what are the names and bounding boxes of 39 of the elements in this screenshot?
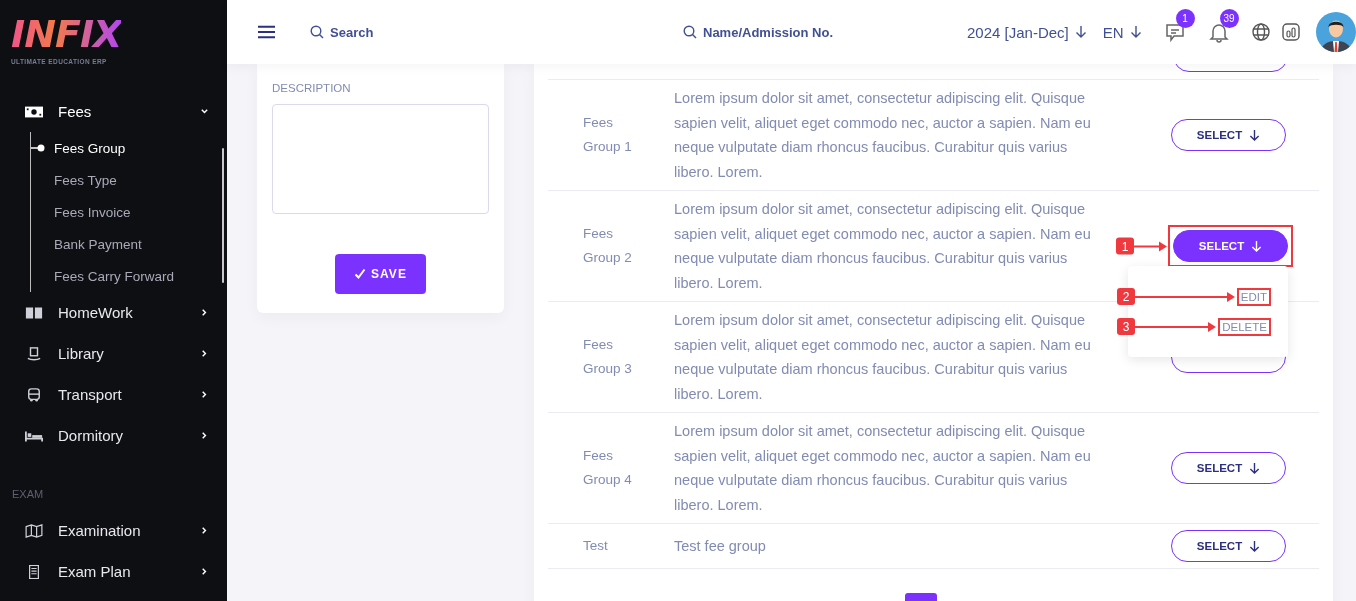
table-cell-text: Test fee group bbox=[674, 536, 767, 556]
submenu-item[interactable]: Bank Payment bbox=[54, 236, 142, 252]
select-button[interactable]: SELECT bbox=[1173, 230, 1288, 262]
annotation-badge: 2 bbox=[1117, 288, 1135, 305]
menu-item[interactable]: EDIT bbox=[1236, 287, 1271, 306]
menu-item[interactable]: Dormitory bbox=[58, 427, 200, 444]
table-cell-text: Fees Group 4 bbox=[583, 446, 633, 489]
field-label: DESCRIPTION bbox=[272, 82, 352, 94]
notification-badge: 1 bbox=[1175, 9, 1195, 28]
submenu-item[interactable]: Fees Invoice bbox=[54, 204, 131, 220]
section-heading: EXAM bbox=[11, 487, 45, 502]
submenu-item[interactable]: Fees Type bbox=[54, 172, 117, 188]
submenu-item[interactable]: Fees Group bbox=[54, 140, 126, 156]
menu-item[interactable]: Examination bbox=[58, 522, 200, 539]
table-cell-text: Lorem ipsum dolor sit amet, consectetur adipiscing elit. Quisque sapien velit, aliquet eget commodo nec, auctor a sapien. Nam eu neque vulputate diam rhoncus faucibus. Curabitur quis varius libero. Lorem. bbox=[674, 422, 1092, 515]
select-button[interactable]: SELECT bbox=[1171, 119, 1286, 151]
table-cell-text: Fees Group 3 bbox=[583, 335, 633, 378]
table-cell-text: Lorem ipsum dolor sit amet, consectetur adipiscing elit. Quisque sapien velit, aliquet eget commodo nec, auctor a sapien. Nam eu neque vulputate diam rhoncus faucibus. Curabitur quis varius libero. Lorem. bbox=[674, 311, 1092, 404]
annotation-badge: 3 bbox=[1117, 318, 1135, 335]
menu-item[interactable]: HomeWork bbox=[58, 304, 200, 321]
table-cell-text: Test bbox=[583, 536, 609, 555]
search-field[interactable]: Search bbox=[330, 24, 530, 40]
table-cell-text: Fees Group 1 bbox=[583, 113, 633, 156]
submenu-item[interactable]: Fees Carry Forward bbox=[54, 268, 175, 284]
student-search-field[interactable]: Name/Admission No. bbox=[703, 24, 903, 40]
table-cell-text: Lorem ipsum dolor sit amet, consectetur adipiscing elit. Quisque sapien velit, aliquet eget commodo nec, auctor a sapien. Nam eu neque vulputate diam rhoncus faucibus. Curabitur quis varius libero. Lorem. bbox=[674, 200, 1092, 293]
select-button[interactable]: SELECT bbox=[1171, 530, 1286, 562]
menu-item[interactable]: Exam Plan bbox=[58, 563, 200, 580]
save-button[interactable]: SAVE bbox=[335, 254, 426, 294]
annotation-badge: 1 bbox=[1116, 237, 1134, 255]
menu-item[interactable]: Transport bbox=[58, 386, 200, 403]
notification-badge: 39 bbox=[1219, 9, 1239, 28]
language-dropdown[interactable]: EN bbox=[1102, 23, 1124, 41]
session-dropdown[interactable]: 2024 [Jan-Dec] bbox=[967, 23, 1069, 41]
table-cell-text: Lorem ipsum dolor sit amet, consectetur adipiscing elit. Quisque sapien velit, aliquet eget commodo nec, auctor a sapien. Nam eu neque vulputate diam rhoncus faucibus. Curabitur quis varius libero. Lorem. bbox=[674, 89, 1092, 182]
table-cell-text: Fees Group 2 bbox=[583, 224, 633, 267]
menu-item[interactable]: Library bbox=[58, 345, 200, 362]
menu-item[interactable]: Fees bbox=[58, 103, 200, 120]
select-button[interactable]: SELECT bbox=[1171, 452, 1286, 484]
